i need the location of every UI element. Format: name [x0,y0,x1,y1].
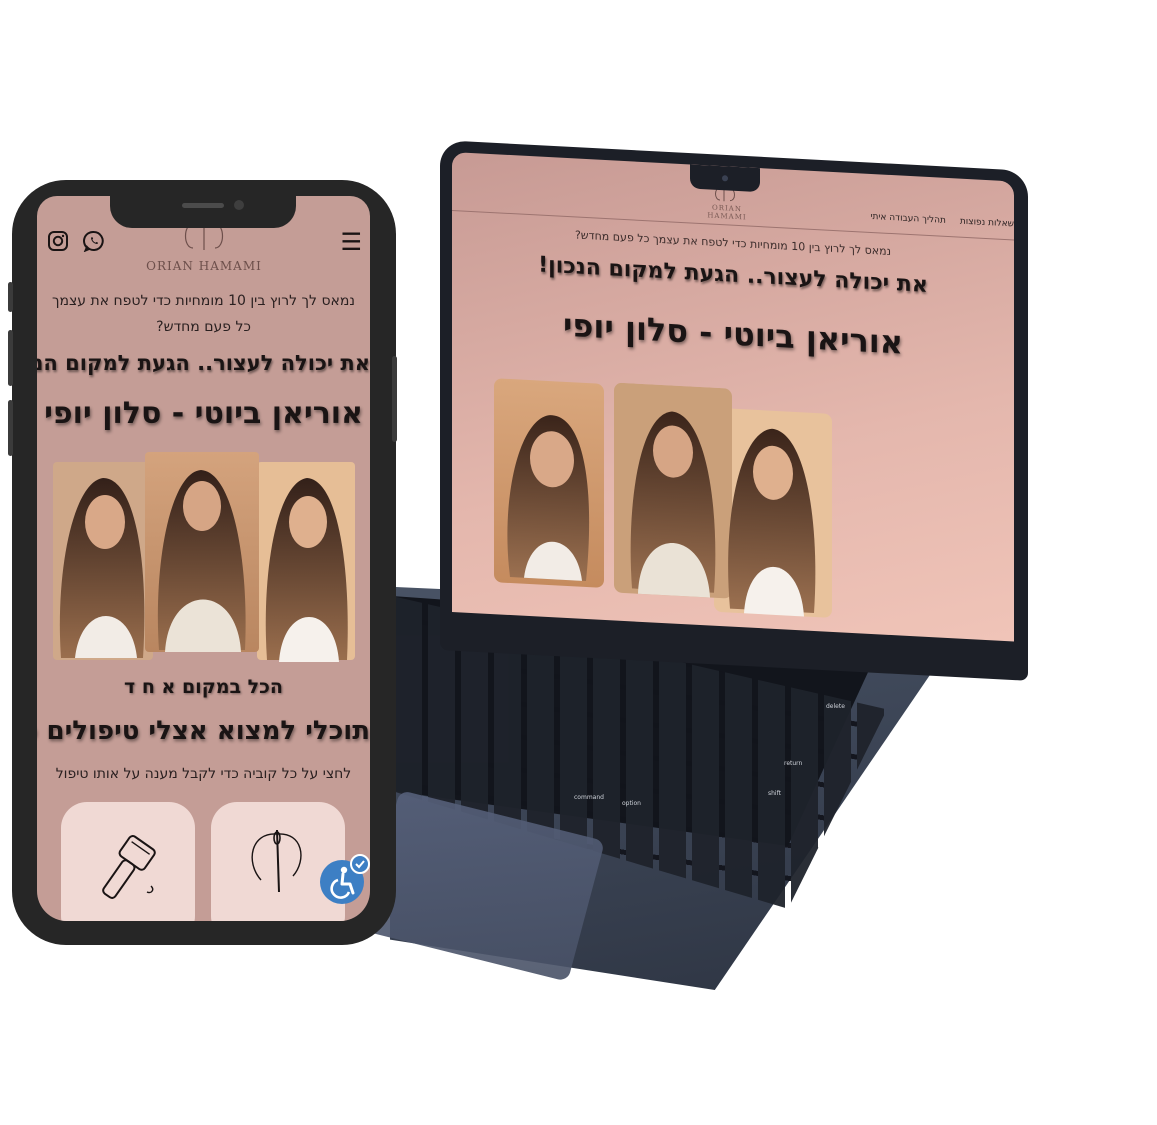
laptop-camera-notch [690,164,760,193]
nav-item-faq[interactable]: שאלות נפוצות [960,217,1014,230]
phone-title: אוריאן ביוטי - סלון יופי [44,396,363,431]
instagram-icon[interactable] [47,230,69,252]
key-shift: shift [768,790,781,797]
hero-collage-image [53,452,355,662]
phone-screen: ORIAN HAMAMI ☰ נמאס לך לרוץ בין 10 מומחי… [37,196,370,921]
laptop-nav: שאלות נפוצות תהליך העבודה איתי [870,212,1014,230]
section-note: לחצי על כל קוביה כדי לקבל מענה על אותו ט… [55,766,352,782]
phone-speaker [182,203,224,208]
phone-camera [234,200,244,210]
accessibility-check-icon [350,854,370,874]
phone-hero-photos [53,452,355,664]
phone-logo[interactable]: ORIAN HAMAMI [137,221,271,273]
phone-headline: את יכולה לעצור.. הגעת למקום הנכון! [37,351,370,375]
phone-subtitle: נמאס לך לרוץ בין 10 מומחיות כדי לטפח את … [51,293,356,335]
phone-power-button [392,356,397,442]
phone-silent-switch [8,282,13,312]
phone-logo-text: ORIAN HAMAMI [146,259,262,273]
phone-volume-up [8,330,13,386]
menu-icon[interactable]: ☰ [340,228,362,256]
key-return: return [784,760,803,767]
whatsapp-icon[interactable] [83,230,105,253]
laptop-hero-photos [490,376,836,624]
phone-volume-down [8,400,13,456]
key-command: command [574,794,604,801]
section-title: תוכלי למצוא אצלי טיפולים כמו [37,716,370,746]
laptop-screen: ORIAN HAMAMI שאלות נפוצות תהליך העבודה א… [452,152,1014,642]
nav-item-process[interactable]: תהליך העבודה איתי [870,212,945,226]
treatment-card-laser[interactable] [61,802,195,921]
laptop-title: אוריאן ביוטי - סלון יופי [562,305,904,362]
key-option: option [622,800,641,807]
hero-collage-image [494,378,832,618]
section-kicker: הכל במקום א ח ד [124,676,283,698]
laser-device-icon [102,835,156,899]
laptop-logo-text: ORIAN HAMAMI [707,203,747,222]
key-delete: delete [826,703,845,710]
